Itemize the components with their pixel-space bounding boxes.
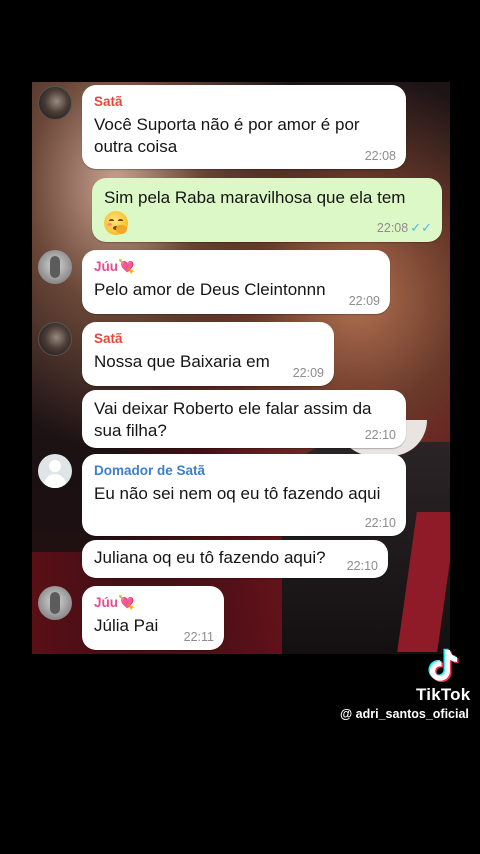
avatar-domador[interactable] xyxy=(38,454,72,488)
message-bubble[interactable]: Domador de Satã Eu não sei nem oq eu tô … xyxy=(82,454,406,536)
message-bubble[interactable]: Vai deixar Roberto ele falar assim da su… xyxy=(82,390,406,448)
message-time: 22:09 xyxy=(292,366,324,380)
message-time: 22:10 xyxy=(364,516,396,530)
message-bubble[interactable]: Júu💘 Pelo amor de Deus Cleintonnn 22:09 xyxy=(82,250,390,314)
sender-name: Júu💘 xyxy=(94,595,135,610)
message-text: Sim pela Raba maravilhosa que ela tem xyxy=(104,188,406,207)
message-bubble[interactable]: Júu💘 Júlia Pai 22:11 xyxy=(82,586,224,650)
message-time-value: 22:08 xyxy=(376,221,409,235)
message-time: 22:08 xyxy=(364,149,396,163)
message-time: 22:10 xyxy=(346,559,378,573)
message-text: Eu não sei nem oq eu tô fazendo aqui xyxy=(94,484,381,503)
tiktok-username[interactable]: @ adri_santos_oficial xyxy=(340,707,469,721)
sender-name: Satã xyxy=(94,331,123,346)
message-time: 22:10 xyxy=(364,428,396,442)
avatar-juu[interactable] xyxy=(38,586,72,620)
outgoing-message-bubble[interactable]: Sim pela Raba maravilhosa que ela tem 22… xyxy=(92,178,442,242)
tiktok-brand-text: TikTok xyxy=(416,685,471,704)
face-with-hand-over-mouth-icon xyxy=(104,211,128,235)
message-text: Juliana oq eu tô fazendo aqui? xyxy=(94,548,326,567)
tiktok-logo-icon xyxy=(428,648,459,682)
chat-screenshot: Satã Você Suporta não é por amor é por o… xyxy=(32,82,450,654)
message-bubble[interactable]: Satã Nossa que Baixaria em 22:09 xyxy=(82,322,334,386)
message-time: 22:09 xyxy=(348,294,380,308)
avatar-juu[interactable] xyxy=(38,250,72,284)
message-text: Vai deixar Roberto ele falar assim da su… xyxy=(94,399,372,440)
message-text: Nossa que Baixaria em xyxy=(94,352,270,371)
sender-name: Domador de Satã xyxy=(94,463,206,478)
avatar-sata[interactable] xyxy=(38,322,72,356)
message-bubble[interactable]: Satã Você Suporta não é por amor é por o… xyxy=(82,85,406,169)
message-time: 22:11 xyxy=(183,630,214,644)
message-bubble[interactable]: Juliana oq eu tô fazendo aqui? 22:10 xyxy=(82,540,388,578)
sender-name: Júu💘 xyxy=(94,259,135,274)
message-text: Você Suporta não é por amor é por outra … xyxy=(94,115,360,156)
read-ticks-icon: ✓✓ xyxy=(410,220,432,235)
avatar-sata[interactable] xyxy=(38,86,72,120)
message-time: 22:08 ✓✓ xyxy=(377,220,432,236)
sender-name: Satã xyxy=(94,94,123,109)
message-text: Pelo amor de Deus Cleintonnn xyxy=(94,280,326,299)
